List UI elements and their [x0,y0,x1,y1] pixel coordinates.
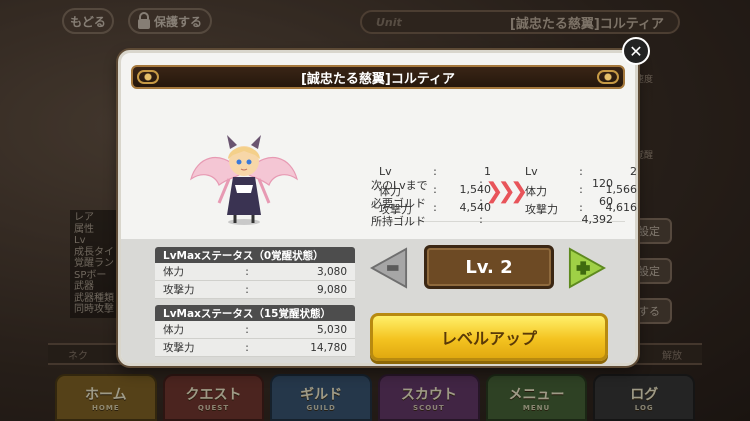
status-sep: : [245,265,249,278]
status-box-header: LvMaxステータス（15覚醒状態） [155,305,355,321]
status-line: 攻撃力 : 14,780 [155,339,355,357]
gold-label: 必要ゴルド [371,197,426,210]
ornament-icon [137,70,159,84]
arrow-left-minus-icon [370,247,408,289]
status-label: 攻撃力 [163,284,195,296]
gold-value: 4,392 [581,213,614,226]
modal-title: [誠忠たる慈翼]コルティア [300,71,456,87]
character-portrait [189,129,299,229]
status-box-header: LvMaxステータス（0覚醒状態） [155,247,355,263]
level-display: Lv. 2 [424,245,554,289]
required-gold-row: 必要ゴルド : 60 [371,195,613,211]
gold-label: 所持ゴルド [371,215,426,228]
owned-gold-row: 所持ゴルド : 4,392 [371,213,613,229]
status-label: 攻撃力 [163,342,195,354]
status-value: 5,030 [316,323,347,336]
level-increase-button[interactable] [568,246,606,290]
arrow-right-plus-icon [568,247,606,289]
gold-sep: : [479,195,483,208]
gold-value: 120 [592,177,613,190]
status-label: 体力 [163,324,184,336]
status-value: 3,080 [316,265,347,278]
level-decrease-button[interactable] [370,246,408,290]
gold-sep: : [479,213,483,226]
ornament-icon [597,70,619,84]
status-line: 体力 : 3,080 [155,263,355,281]
status-line: 攻撃力 : 9,080 [155,281,355,299]
lvmax-status-awaken15: LvMaxステータス（15覚醒状態） 体力 : 5,030 攻撃力 : 14,7… [155,305,355,357]
status-sep: : [245,283,249,296]
status-line: 体力 : 5,030 [155,321,355,339]
gold-value: 60 [599,195,613,208]
close-icon[interactable]: ✕ [622,37,650,65]
modal-title-bar: [誠忠たる慈翼]コルティア [131,65,625,89]
lvmax-status-awaken0: LvMaxステータス（0覚醒状態） 体力 : 3,080 攻撃力 : 9,080 [155,247,355,299]
status-value: 9,080 [316,283,347,296]
status-sep: : [245,341,249,354]
status-value: 14,780 [310,341,347,354]
status-sep: : [245,323,249,336]
gold-label: 次のLvまで [371,179,428,192]
gold-sep: : [479,177,483,190]
level-up-button[interactable]: レベルアップ [370,313,608,361]
next-level-exp-row: 次のLvまで : 120 [371,177,613,193]
status-label: 体力 [163,266,184,278]
